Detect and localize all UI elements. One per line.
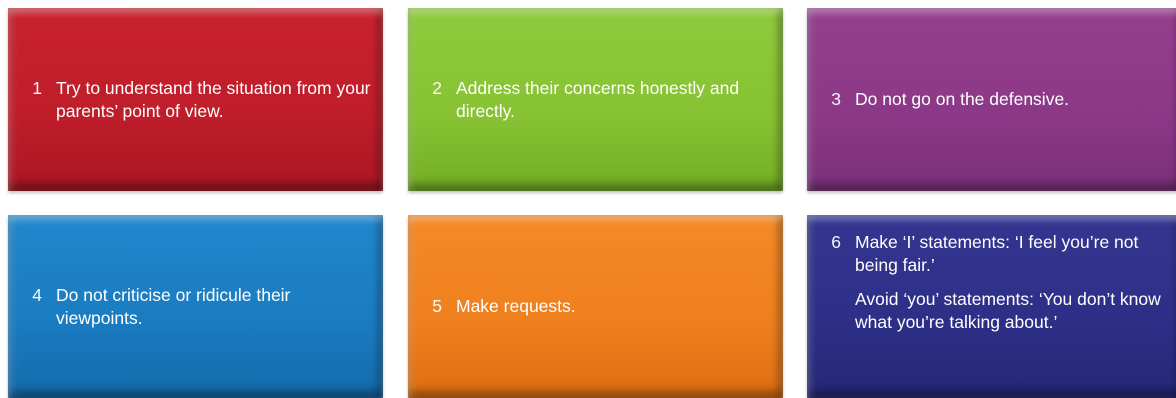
tip-number-6: 6 bbox=[831, 232, 841, 252]
tip-tile-4: 4 Do not criticise or ridicule their vie… bbox=[8, 215, 383, 398]
tip-text-2: Address their concerns honestly and dire… bbox=[456, 77, 740, 121]
tip-number-2: 2 bbox=[432, 77, 442, 98]
tip-tile-1: 1 Try to understand the situation from y… bbox=[8, 8, 383, 191]
tip-text-1: Try to understand the situation from you… bbox=[56, 77, 371, 121]
tip-content-3: 3 Do not go on the defensive. bbox=[807, 8, 1172, 191]
tip-tile-5: 5 Make requests. bbox=[408, 215, 783, 398]
tip-number-3: 3 bbox=[831, 89, 841, 109]
tip-content-5: 5 Make requests. bbox=[408, 215, 773, 398]
tip-row-4: 4 Do not criticise or ridicule their vie… bbox=[8, 284, 373, 330]
tip-text-5: Make requests. bbox=[456, 296, 576, 316]
tip-row-6: 6 Make ‘I’ statements: ‘I feel you’re no… bbox=[807, 231, 1172, 277]
tip-number-1: 1 bbox=[32, 77, 42, 98]
tip-row-3: 3 Do not go on the defensive. bbox=[807, 88, 1172, 111]
tip-tile-3: 3 Do not go on the defensive. bbox=[807, 8, 1176, 191]
tip-content-6: 6 Make ‘I’ statements: ‘I feel you’re no… bbox=[807, 215, 1172, 398]
tip-content-4: 4 Do not criticise or ridicule their vie… bbox=[8, 215, 373, 398]
tip-text-4: Do not criticise or ridicule their viewp… bbox=[56, 284, 291, 328]
tips-grid: 1 Try to understand the situation from y… bbox=[0, 0, 1176, 398]
tip-tile-6: 6 Make ‘I’ statements: ‘I feel you’re no… bbox=[807, 215, 1176, 398]
tip-number-5: 5 bbox=[432, 296, 442, 316]
tip-extra-6: Avoid ‘you’ statements: ‘You don’t know … bbox=[855, 289, 1161, 332]
tip-content-2: 2 Address their concerns honestly and di… bbox=[408, 8, 773, 191]
tip-text-6: Make ‘I’ statements: ‘I feel you’re not … bbox=[855, 232, 1139, 275]
tip-text-3: Do not go on the defensive. bbox=[855, 89, 1070, 109]
tip-tile-2: 2 Address their concerns honestly and di… bbox=[408, 8, 783, 191]
tip-content-1: 1 Try to understand the situation from y… bbox=[8, 8, 373, 191]
tip-row-1: 1 Try to understand the situation from y… bbox=[8, 77, 373, 123]
tip-row-2: 2 Address their concerns honestly and di… bbox=[408, 77, 773, 123]
tip-row-5: 5 Make requests. bbox=[408, 295, 773, 318]
tip-number-4: 4 bbox=[32, 284, 42, 305]
